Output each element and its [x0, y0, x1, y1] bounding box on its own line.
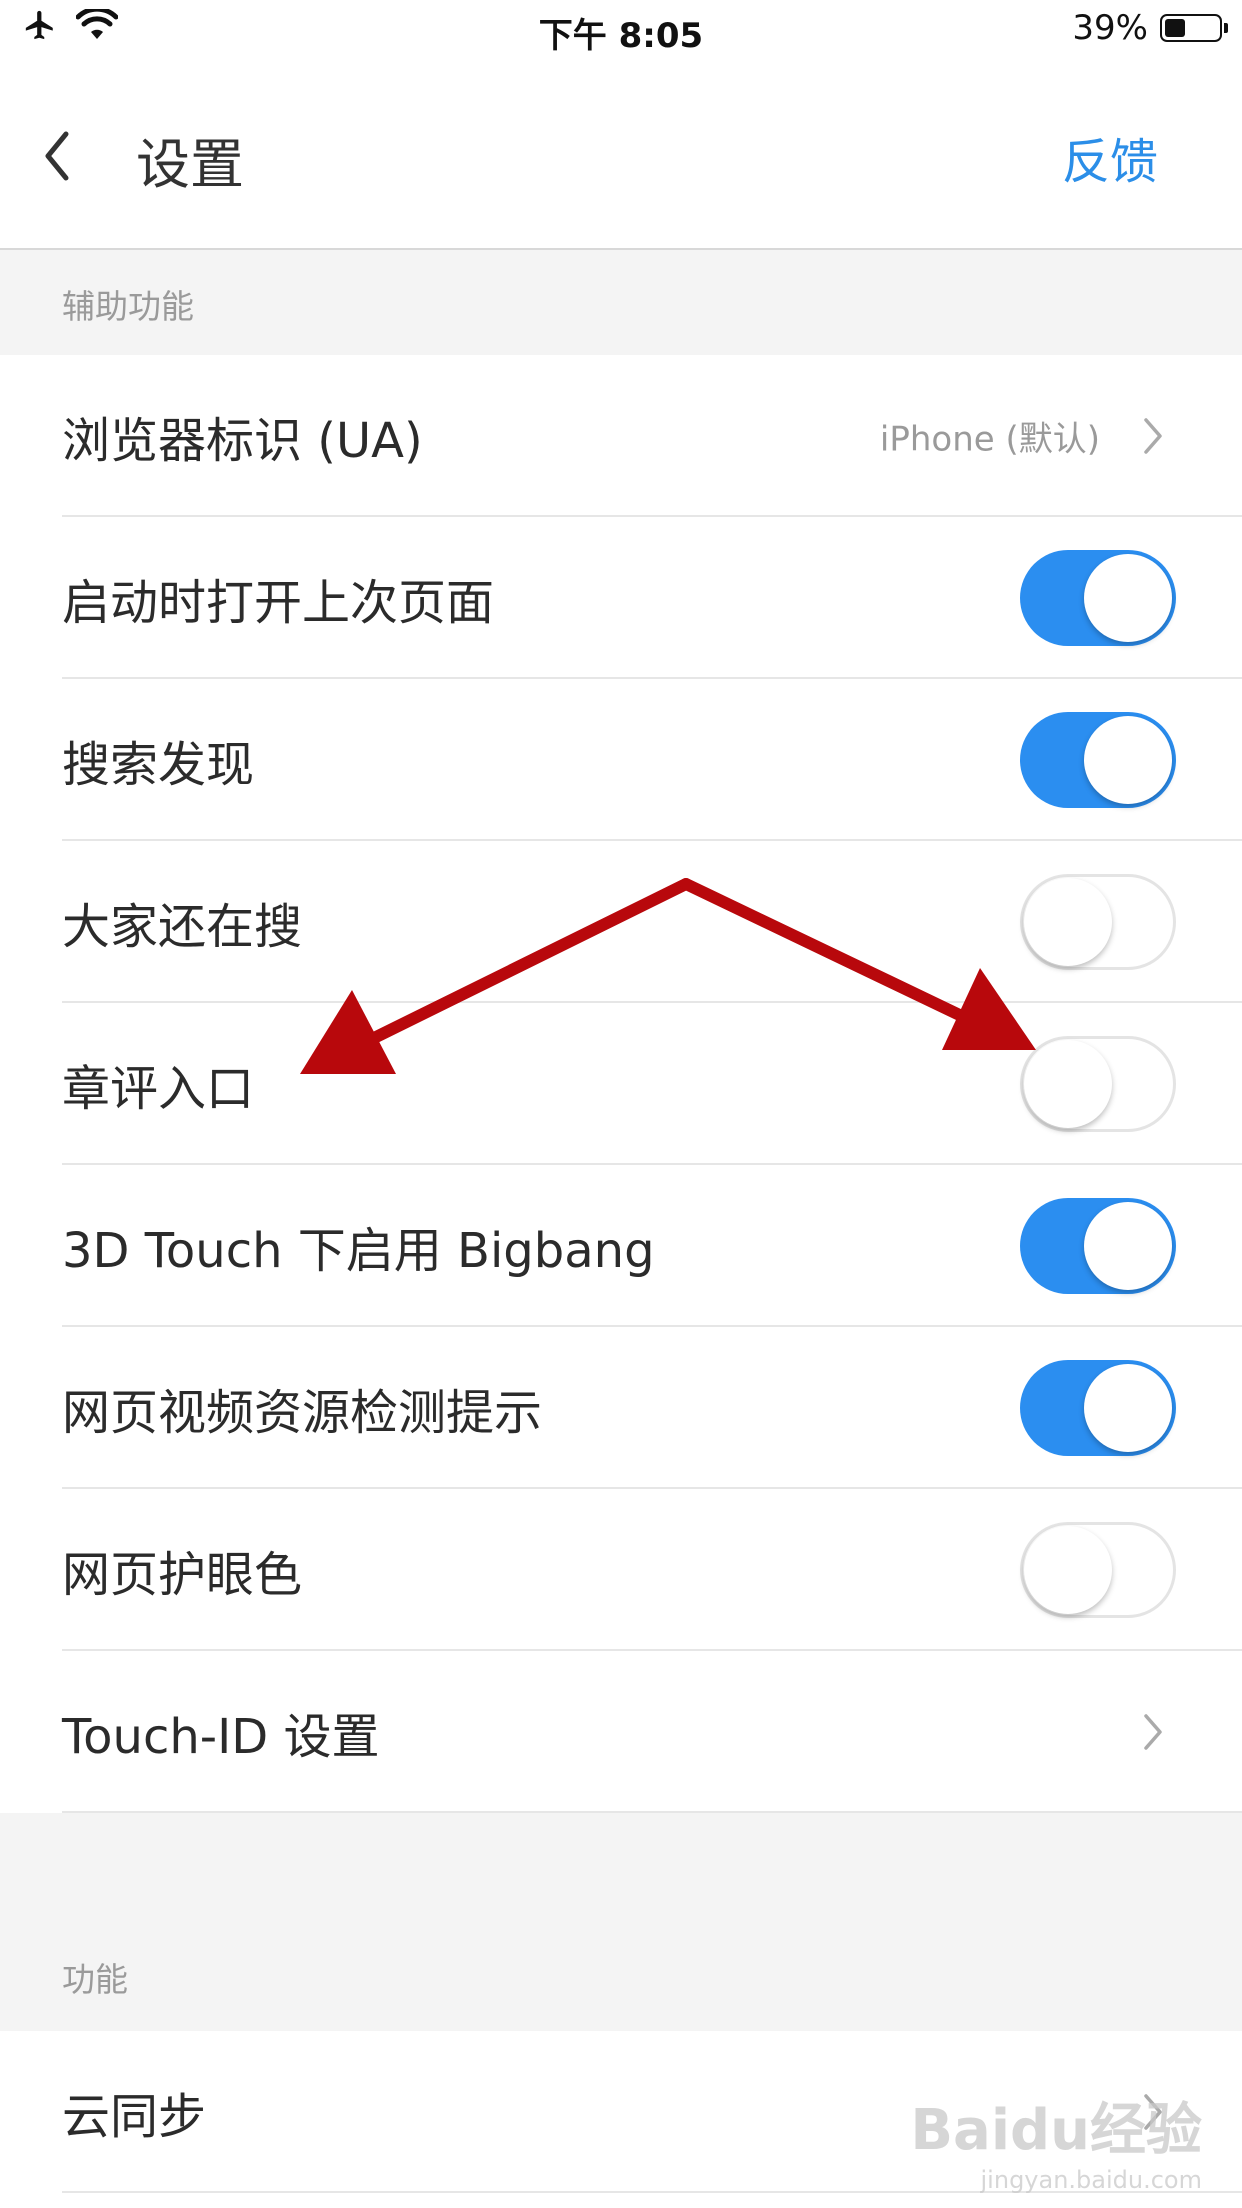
row-label: 浏览器标识 (UA) — [62, 413, 423, 469]
settings-row-touchid[interactable]: Touch-ID 设置 — [0, 1651, 1242, 1813]
toggle-switch-discover[interactable] — [1020, 712, 1176, 808]
row-value: iPhone (默认) — [879, 419, 1100, 460]
settings-row-ua[interactable]: 浏览器标识 (UA) iPhone (默认) — [0, 355, 1242, 517]
row-label: 搜索发现 — [62, 737, 255, 793]
toggle-switch-comments[interactable] — [1020, 1036, 1176, 1132]
toggle-knob — [1084, 554, 1172, 642]
row-label: 启动时打开上次页面 — [62, 575, 495, 631]
status-bar: 下午 8:05 39% — [0, 0, 1242, 62]
status-right: 39% — [1072, 8, 1228, 48]
toggle-knob — [1084, 1364, 1172, 1452]
toggle-switch-bigbang[interactable] — [1020, 1198, 1176, 1294]
settings-row-bigbang: 3D Touch 下启用 Bigbang — [0, 1165, 1242, 1327]
toggle-knob — [1084, 716, 1172, 804]
section-header-assist: 辅助功能 — [0, 250, 1242, 355]
toggle-knob — [1024, 1040, 1112, 1128]
chevron-right-icon — [1144, 418, 1162, 454]
toggle-switch-eyecare[interactable] — [1020, 1522, 1176, 1618]
toggle-knob — [1024, 878, 1112, 966]
settings-row-trending: 大家还在搜 — [0, 841, 1242, 1003]
settings-row-video: 网页视频资源检测提示 — [0, 1327, 1242, 1489]
row-label: 章评入口 — [62, 1061, 255, 1117]
battery-icon — [1160, 14, 1228, 42]
navigation-bar: 设置 反馈 — [0, 62, 1242, 250]
row-label: 网页视频资源检测提示 — [62, 1385, 543, 1441]
row-label: 3D Touch 下启用 Bigbang — [62, 1223, 655, 1279]
toggle-switch-trending[interactable] — [1020, 874, 1176, 970]
watermark-text: Baidu经验 — [910, 2098, 1202, 2163]
chevron-left-icon — [45, 131, 69, 181]
chevron-right-icon — [1144, 1714, 1162, 1750]
settings-row-comments: 章评入口 — [0, 1003, 1242, 1165]
watermark-logo: Baidu经验 jingyan.baidu.com — [910, 2085, 1202, 2194]
toggle-switch-video[interactable] — [1020, 1360, 1176, 1456]
row-label: 网页护眼色 — [62, 1547, 303, 1603]
settings-row-restore: 启动时打开上次页面 — [0, 517, 1242, 679]
battery-percent: 39% — [1072, 8, 1148, 48]
page-title: 设置 — [136, 133, 244, 196]
row-label: Touch-ID 设置 — [62, 1709, 380, 1765]
watermark-url: jingyan.baidu.com — [980, 2166, 1202, 2194]
settings-row-discover: 搜索发现 — [0, 679, 1242, 841]
back-button[interactable] — [38, 128, 78, 184]
feedback-button[interactable]: 反馈 — [1062, 122, 1158, 192]
toggle-knob — [1084, 1202, 1172, 1290]
toggle-switch-restore[interactable] — [1020, 550, 1176, 646]
section-header-label: 辅助功能 — [62, 287, 194, 326]
row-label: 大家还在搜 — [62, 899, 303, 955]
row-label: 云同步 — [62, 2089, 207, 2145]
status-time: 下午 8:05 — [538, 16, 704, 56]
toggle-knob — [1024, 1526, 1112, 1614]
settings-row-eyecare: 网页护眼色 — [0, 1489, 1242, 1651]
section-header-features: 功能 — [0, 1813, 1242, 2031]
section-header-label: 功能 — [62, 1960, 128, 1999]
battery-fill — [1165, 19, 1185, 37]
